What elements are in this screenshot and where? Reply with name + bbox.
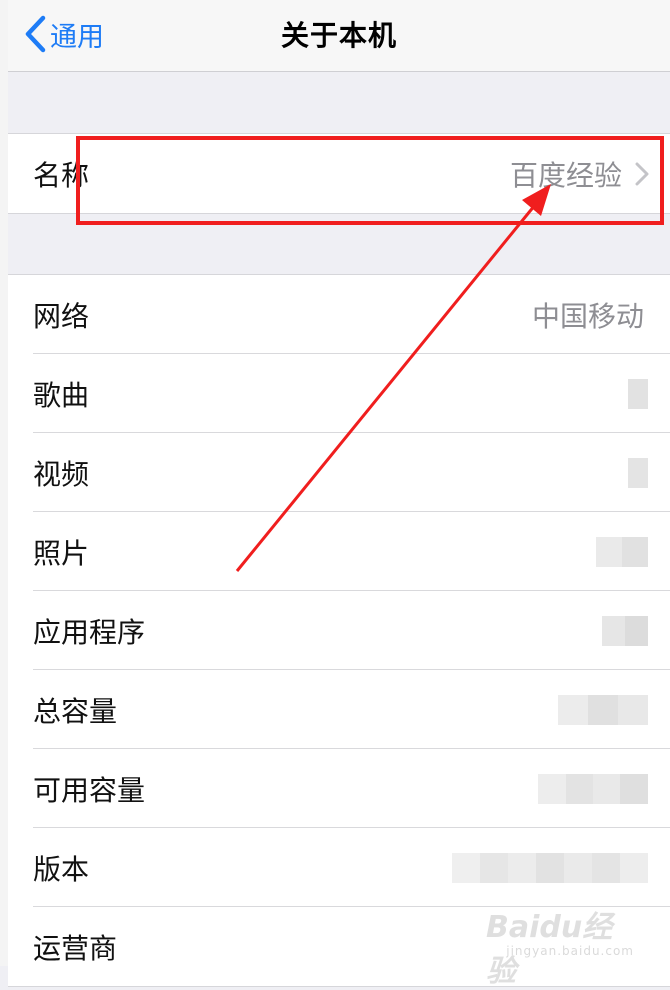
blurred-value [538,773,648,804]
blurred-value [628,378,648,409]
page-title: 关于本机 [280,19,397,52]
navigation-bar: 通用 关于本机 [8,0,670,72]
info-row-label: 照片 [33,536,90,570]
info-row-label: 可用容量 [33,773,146,807]
info-row-videos: 视频 [8,433,670,512]
info-row-label: 歌曲 [33,378,90,412]
info-row-label: 版本 [33,852,90,886]
watermark: Baidu经验 jingyan.baidu.com [486,900,646,989]
blurred-value [558,694,648,725]
info-row-songs: 歌曲 [8,354,670,433]
info-row-value: 中国移动 [531,299,644,333]
info-row-capacity: 总容量 [8,670,670,749]
blurred-value [452,852,648,883]
info-row-label: 视频 [33,457,90,491]
info-row-label: 运营商 [33,931,118,965]
info-row-version: 版本 [8,828,670,907]
blurred-value [596,536,648,567]
info-row-available: 可用容量 [8,749,670,828]
watermark-url: jingyan.baidu.com [506,944,634,958]
info-row-apps: 应用程序 [8,591,670,670]
highlight-box [76,136,664,225]
info-row-network: 网络 中国移动 [8,275,670,354]
blurred-value [628,457,648,488]
info-group: 网络 中国移动 歌曲 视频 照片 应用程序 总容量 可用容量 版本 运营商 [8,274,670,987]
info-row-label: 应用程序 [33,615,146,649]
info-row-label: 总容量 [33,694,118,728]
blurred-value [602,615,648,646]
info-row-photos: 照片 [8,512,670,591]
info-row-label: 网络 [33,299,90,333]
